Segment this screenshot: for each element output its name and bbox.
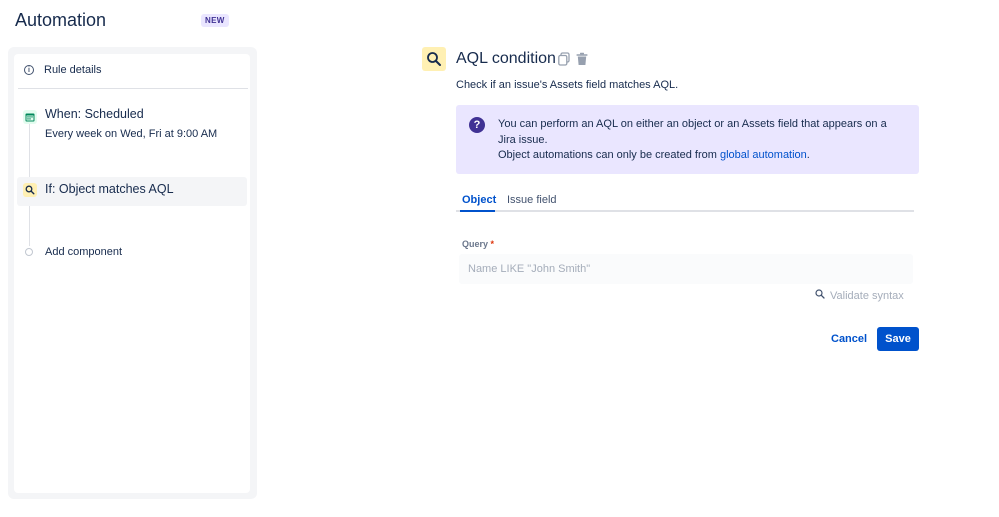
query-input[interactable] <box>459 254 913 284</box>
cancel-button[interactable]: Cancel <box>825 327 873 351</box>
search-icon <box>23 183 37 197</box>
question-icon: ? <box>469 117 485 133</box>
tab-issue-field[interactable]: Issue field <box>507 194 557 206</box>
required-marker: * <box>490 239 495 249</box>
global-automation-link[interactable]: global automation <box>720 149 807 161</box>
add-node-icon <box>25 248 33 256</box>
banner-line-1: You can perform an AQL on either an obje… <box>498 118 887 146</box>
tabs: Object Issue field <box>456 191 914 212</box>
new-badge: NEW <box>201 14 229 27</box>
page-title: Automation <box>15 10 107 30</box>
step-title: When: Scheduled <box>45 107 144 121</box>
rule-details-link[interactable]: i Rule details <box>24 64 101 76</box>
validate-syntax-label: Validate syntax <box>830 289 904 302</box>
add-component-label: Add component <box>45 246 123 258</box>
panel-description: Check if an issue's Assets field matches… <box>456 79 679 91</box>
active-tab-indicator <box>460 210 495 212</box>
banner-text: You can perform an AQL on either an obje… <box>498 117 903 164</box>
step-title: If: Object matches AQL <box>45 182 174 196</box>
banner-line-2: Object automations can only be created f… <box>498 148 903 164</box>
search-icon <box>422 47 446 71</box>
banner-line-2-text: Object automations can only be created f… <box>498 149 720 161</box>
query-label: Query * <box>462 239 494 249</box>
copy-icon[interactable] <box>557 52 571 66</box>
calendar-icon <box>23 110 37 124</box>
banner-line-2-end: . <box>806 149 810 161</box>
validate-syntax-button[interactable]: Validate syntax <box>815 289 904 302</box>
info-banner: ? You can perform an AQL on either an ob… <box>456 105 919 174</box>
divider <box>18 88 248 89</box>
add-component-button[interactable]: Add component <box>25 246 122 258</box>
save-button[interactable]: Save <box>877 327 919 351</box>
search-icon <box>815 289 825 302</box>
info-icon: i <box>24 65 34 75</box>
rule-details-label: Rule details <box>44 64 102 76</box>
step-subtitle: Every week on Wed, Fri at 9:00 AM <box>45 128 218 140</box>
trash-icon[interactable] <box>575 52 589 66</box>
condition-step-object-matches-aql[interactable]: If: Object matches AQL <box>17 177 247 206</box>
tab-object[interactable]: Object <box>462 194 496 206</box>
trigger-step-scheduled[interactable]: When: Scheduled Every week on Wed, Fri a… <box>17 104 247 148</box>
query-label-text: Query <box>462 239 489 249</box>
panel-title: AQL condition <box>456 50 556 67</box>
